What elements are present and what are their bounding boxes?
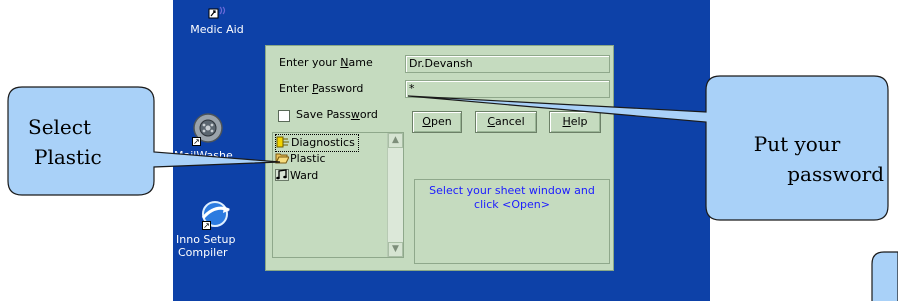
- right-callout-text: Put your password: [753, 132, 884, 186]
- partial-callout-bubble: [871, 251, 898, 301]
- left-callout-text: Select Plastic: [28, 115, 102, 169]
